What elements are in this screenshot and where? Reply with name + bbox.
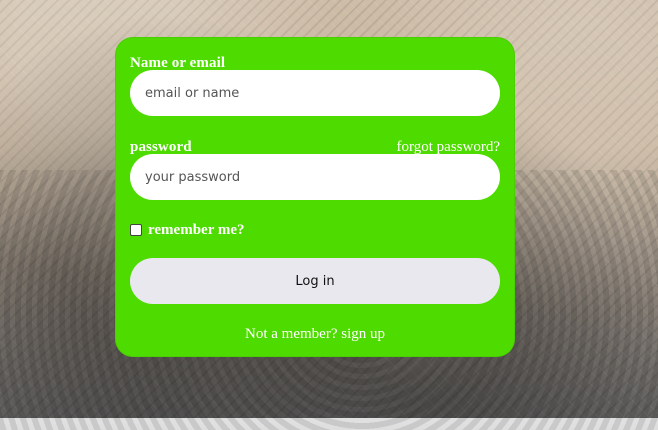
email-or-name-input[interactable] [130, 70, 500, 116]
login-button[interactable]: Log in [130, 258, 500, 304]
email-label: Name or email [130, 55, 226, 71]
login-card: Name or email password forgot password? … [115, 37, 515, 357]
password-label: password [130, 139, 192, 155]
password-input[interactable] [130, 154, 500, 200]
remember-me-row: remember me? [130, 221, 244, 239]
signup-link[interactable]: Not a member? sign up [115, 326, 515, 342]
remember-me-checkbox[interactable] [130, 224, 142, 236]
forgot-password-link[interactable]: forgot password? [397, 139, 500, 155]
remember-me-label: remember me? [148, 222, 245, 238]
